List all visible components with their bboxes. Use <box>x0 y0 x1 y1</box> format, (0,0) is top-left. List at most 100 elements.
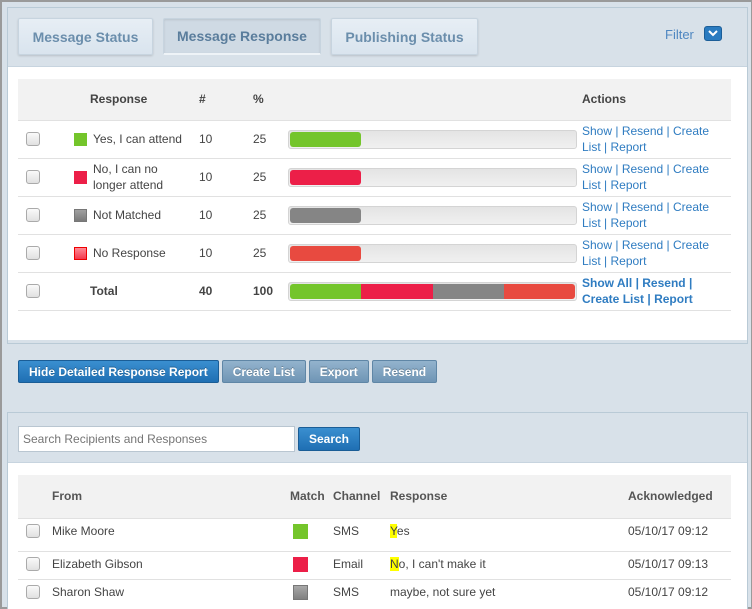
header-from: From <box>52 475 290 518</box>
total-action-create-list-link[interactable]: Create List <box>582 292 644 306</box>
separator: | <box>600 140 611 154</box>
response-text: es <box>396 523 410 538</box>
response-percent: 25 <box>253 157 288 196</box>
total-action-resend-link[interactable]: Resend <box>642 276 685 290</box>
separator: | <box>663 162 673 176</box>
response-progress-bar <box>288 167 577 187</box>
recipient-row[interactable]: Sharon Shaw SMS maybe, not sure yet 05/1… <box>18 578 731 606</box>
recipient-checkbox[interactable] <box>26 524 40 539</box>
recipient-name: Mike Moore <box>52 517 290 551</box>
recipient-name: Elizabeth Gibson <box>52 550 290 579</box>
action-report-link[interactable]: Report <box>610 254 646 268</box>
create-list-button[interactable]: Create List <box>221 360 306 383</box>
response-highlight: N <box>390 556 399 571</box>
tab-publishing-status[interactable]: Publishing Status <box>331 18 478 55</box>
response-progress-bar <box>288 243 577 263</box>
separator: | <box>663 238 673 252</box>
response-color-swatch <box>74 170 87 184</box>
response-color-swatch <box>74 246 87 260</box>
search-button[interactable]: Search <box>298 427 360 451</box>
total-checkbox[interactable] <box>26 284 40 299</box>
separator: | <box>632 276 643 290</box>
header-acknowledged: Acknowledged <box>628 475 731 518</box>
recipient-acknowledged: 05/10/17 09:12 <box>628 578 731 606</box>
action-resend-link[interactable]: Resend <box>622 238 663 252</box>
response-text: maybe, not sure yet <box>390 584 496 599</box>
response-text: o, I can't make it <box>398 556 486 571</box>
separator: | <box>600 178 611 192</box>
recipient-checkbox[interactable] <box>26 585 40 600</box>
row-checkbox[interactable] <box>26 208 40 223</box>
summary-total-row: Total 40 100 Show All | Resend | Create … <box>18 271 731 311</box>
row-checkbox[interactable] <box>26 132 40 147</box>
summary-row: Not Matched 10 25 Show | Resend | Create… <box>18 195 731 234</box>
response-percent: 25 <box>253 233 288 272</box>
response-count: 10 <box>199 233 253 272</box>
filter-label[interactable]: Filter <box>665 27 694 42</box>
hide-detailed-report-button[interactable]: Hide Detailed Response Report <box>18 360 219 383</box>
separator: | <box>612 124 622 138</box>
action-resend-link[interactable]: Resend <box>622 162 663 176</box>
export-button[interactable]: Export <box>308 360 369 383</box>
recipient-row[interactable]: Mike Moore SMS Yes 05/10/17 09:12 <box>18 517 731 551</box>
separator: | <box>612 200 622 214</box>
match-color-swatch <box>293 556 308 572</box>
response-label: No, I can no longer attend <box>93 162 164 192</box>
action-report-link[interactable]: Report <box>610 216 646 230</box>
action-resend-link[interactable]: Resend <box>622 200 663 214</box>
progress-fill <box>290 207 362 223</box>
total-action-report-link[interactable]: Report <box>654 292 693 306</box>
separator: | <box>663 124 673 138</box>
response-highlight: Y <box>390 523 397 538</box>
recipient-acknowledged: 05/10/17 09:13 <box>628 550 731 579</box>
summary-header-row: Response # % Actions <box>18 79 731 120</box>
action-show-link[interactable]: Show <box>582 124 612 138</box>
recipient-checkbox[interactable] <box>26 557 40 572</box>
separator: | <box>600 254 611 268</box>
separator: | <box>612 162 622 176</box>
response-percent: 25 <box>253 119 288 158</box>
separator: | <box>600 216 611 230</box>
action-report-link[interactable]: Report <box>610 140 646 154</box>
recipient-acknowledged: 05/10/17 09:12 <box>628 517 731 551</box>
resend-button[interactable]: Resend <box>371 360 438 383</box>
match-color-swatch <box>293 584 308 600</box>
row-checkbox[interactable] <box>26 246 40 261</box>
response-count: 10 <box>199 195 253 234</box>
summary-row: Yes, I can attend 10 25 Show | Resend | … <box>18 119 731 158</box>
tab-message-status[interactable]: Message Status <box>18 18 153 55</box>
header-percent: % <box>253 79 288 120</box>
total-bar-segment-no <box>361 283 433 299</box>
total-percent: 100 <box>253 271 288 311</box>
total-action-show-all-link[interactable]: Show All <box>582 276 632 290</box>
action-report-link[interactable]: Report <box>610 178 646 192</box>
header-count: # <box>199 79 253 120</box>
response-progress-bar <box>288 205 577 225</box>
header-match: Match <box>290 475 333 518</box>
action-show-link[interactable]: Show <box>582 162 612 176</box>
action-show-link[interactable]: Show <box>582 238 612 252</box>
search-recipients-input[interactable] <box>18 426 295 452</box>
recipient-row[interactable]: Elizabeth Gibson Email No, I can't make … <box>18 550 731 579</box>
progress-fill <box>290 245 362 261</box>
separator: | <box>612 238 622 252</box>
action-resend-link[interactable]: Resend <box>622 124 663 138</box>
recipient-response: Yes <box>390 517 628 551</box>
recipients-table: From Match Channel Response Acknowledged… <box>18 475 731 606</box>
filter-dropdown-button[interactable] <box>704 26 722 41</box>
response-progress-bar <box>288 129 577 149</box>
recipient-channel: SMS <box>333 578 390 606</box>
recipients-header-row: From Match Channel Response Acknowledged <box>18 475 731 518</box>
tab-message-response[interactable]: Message Response <box>163 18 321 55</box>
response-count: 10 <box>199 157 253 196</box>
total-bar-segment-no-response <box>503 283 575 299</box>
response-color-swatch <box>74 132 87 146</box>
header-channel: Channel <box>333 475 390 518</box>
row-checkbox[interactable] <box>26 170 40 185</box>
total-label: Total <box>90 271 199 311</box>
header-actions: Actions <box>582 79 731 120</box>
progress-fill <box>290 169 362 185</box>
recipient-response: No, I can't make it <box>390 550 628 579</box>
action-show-link[interactable]: Show <box>582 200 612 214</box>
recipient-channel: SMS <box>333 517 390 551</box>
